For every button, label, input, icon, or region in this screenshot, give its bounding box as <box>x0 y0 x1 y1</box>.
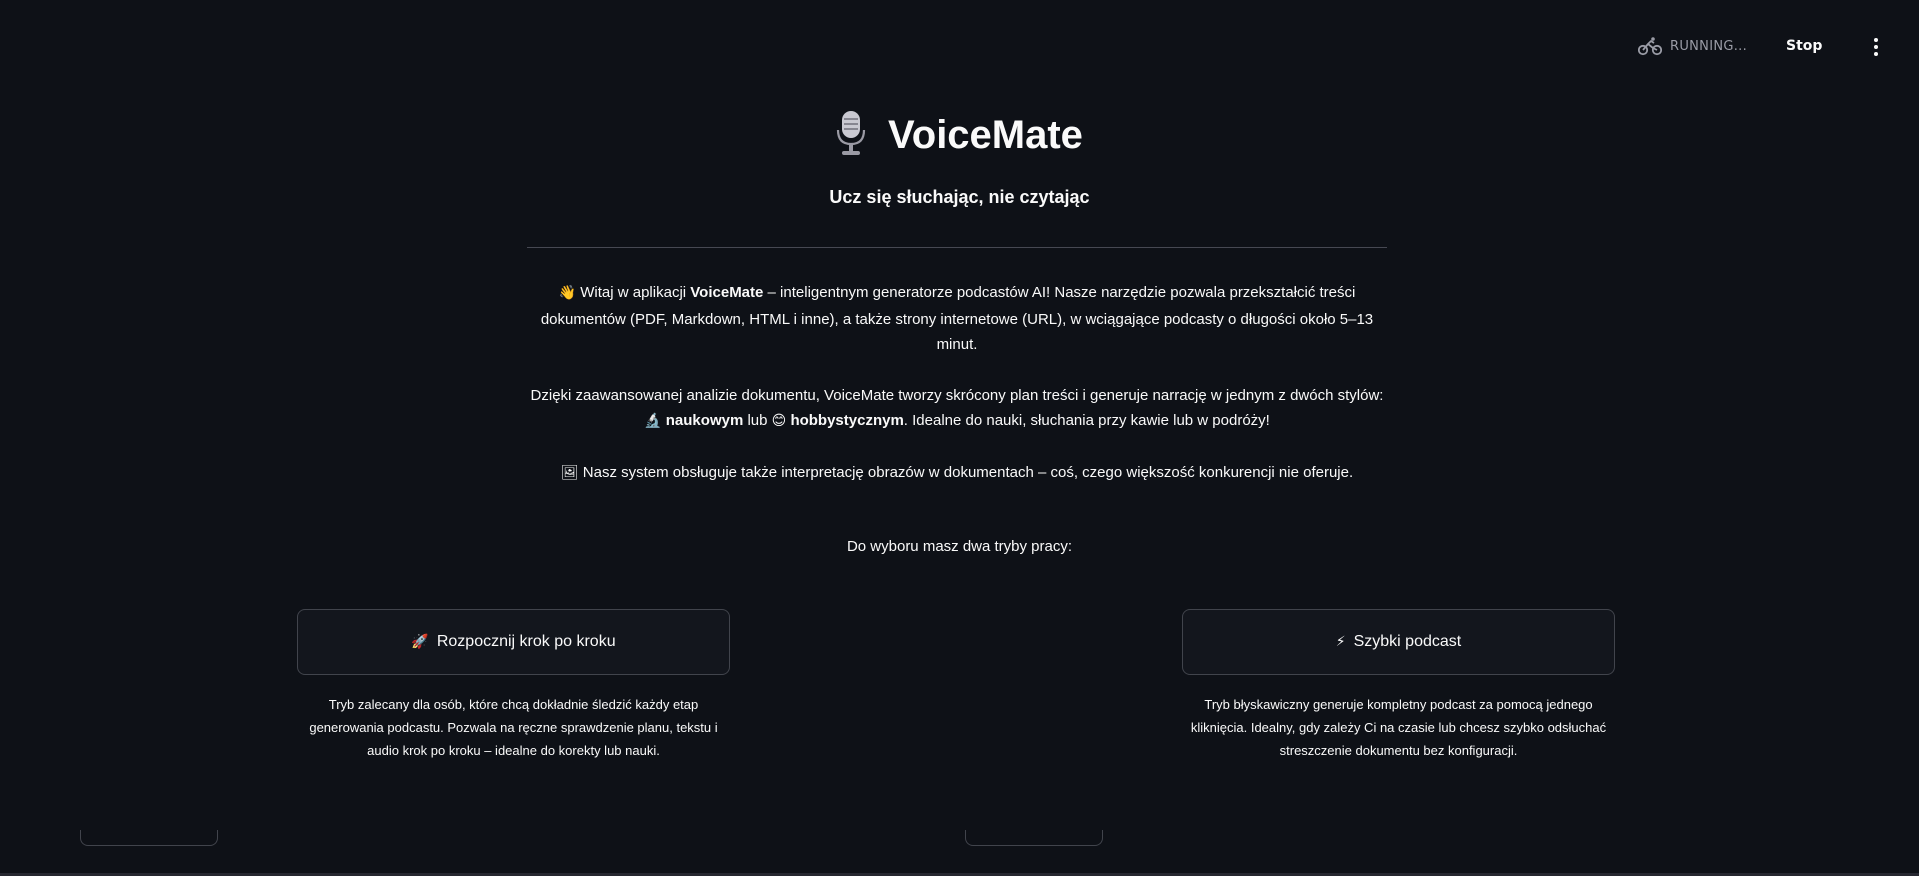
brand-name: VoiceMate <box>690 284 764 301</box>
quick-podcast-description: Tryb błyskawiczny generuje kompletny pod… <box>1190 697 1607 758</box>
divider <box>527 247 1387 248</box>
title-row: VoiceMate <box>0 110 1919 160</box>
button-label: Rozpocznij krok po kroku <box>436 633 616 650</box>
style-scientific: naukowym <box>665 412 744 429</box>
modes-heading: Do wyboru masz dwa tryby pracy: <box>846 538 1073 555</box>
smiling-face-icon: 😊 <box>771 413 787 429</box>
kebab-dot <box>1874 52 1878 56</box>
intro-text-segment: Nasz system obsługuje także interpretacj… <box>578 463 1354 481</box>
button-label: Szybki podcast <box>1353 633 1462 650</box>
intro-paragraph-3: 🖼 Nasz system obsługuje także interpreta… <box>527 460 1387 487</box>
rocket-icon: 🚀 <box>411 634 429 650</box>
intro-text: 👋 Witaj w aplikacji VoiceMate – intelige… <box>527 280 1387 511</box>
kebab-dot <box>1874 38 1878 42</box>
quick-podcast-button[interactable]: ⚡ Szybki podcast <box>1182 609 1615 675</box>
app-header: RUNNING... Stop <box>0 0 1919 96</box>
intro-text-segment: . Idealne do nauki, słuchania przy kawie… <box>903 412 1270 429</box>
intro-paragraph-2: Dzięki zaawansowanej analizie dokumentu,… <box>527 383 1387 435</box>
main-menu-button[interactable] <box>1872 38 1880 56</box>
page-title: VoiceMate <box>888 112 1083 157</box>
kebab-dot <box>1874 45 1878 49</box>
cut-off-element <box>965 830 1103 846</box>
page-subtitle: Ucz się słuchając, nie czytając <box>829 187 1090 207</box>
app-root: RUNNING... Stop VoiceMate Ucz się słucha… <box>0 0 1919 876</box>
waving-hand-icon: 👋 <box>558 285 577 301</box>
running-status: RUNNING... <box>1638 36 1747 56</box>
stop-button[interactable]: Stop <box>1786 38 1822 54</box>
start-step-by-step-button[interactable]: 🚀 Rozpocznij krok po kroku <box>297 609 730 675</box>
microscope-icon: 🔬 <box>644 413 662 429</box>
lightning-icon: ⚡ <box>1335 634 1346 650</box>
picture-icon: 🖼 <box>560 464 579 481</box>
intro-text-segment: lub <box>743 412 772 429</box>
cyclist-icon <box>1638 36 1662 56</box>
intro-text-segment: Dzięki zaawansowanej analizie dokumentu,… <box>530 386 1384 404</box>
microphone-icon <box>836 110 866 160</box>
intro-paragraph-1: 👋 Witaj w aplikacji VoiceMate – intelige… <box>527 280 1387 358</box>
step-by-step-description: Tryb zalecany dla osób, które chcą dokła… <box>309 697 718 758</box>
cut-off-element <box>80 830 218 846</box>
style-hobby: hobbystycznym <box>790 412 904 429</box>
status-text: RUNNING... <box>1670 38 1748 54</box>
intro-text-segment: Witaj w aplikacji <box>576 284 691 301</box>
